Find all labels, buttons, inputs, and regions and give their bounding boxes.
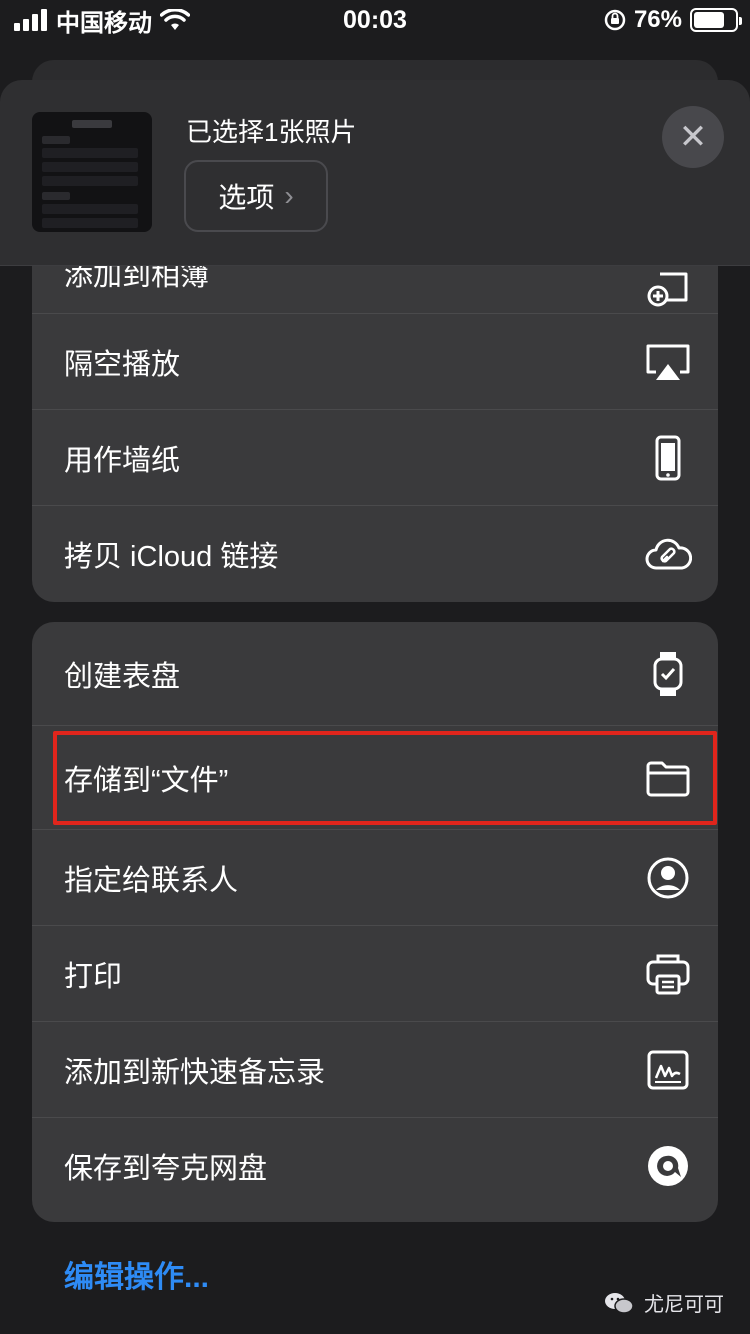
close-button[interactable]: ✕ bbox=[662, 106, 724, 168]
status-bar: 中国移动 00:03 76% bbox=[0, 0, 750, 40]
watch-icon bbox=[642, 648, 694, 700]
action-label: 用作墙纸 bbox=[64, 444, 181, 477]
share-sheet-header: 已选择1张照片 选项 › bbox=[0, 80, 750, 266]
action-row-quick-note[interactable]: 添加到新快速备忘录 bbox=[32, 1022, 718, 1118]
iphone-icon bbox=[642, 432, 694, 484]
contact-icon bbox=[642, 852, 694, 904]
printer-icon bbox=[642, 948, 694, 1000]
add-to-album-icon bbox=[642, 266, 694, 312]
edit-actions-link[interactable]: 编辑操作... bbox=[64, 1252, 209, 1296]
action-row-airplay[interactable]: 隔空播放 bbox=[32, 314, 718, 410]
action-label: 拷贝 iCloud 链接 bbox=[64, 541, 279, 573]
action-row-create-watch-face[interactable]: 创建表盘 bbox=[32, 622, 718, 726]
watermark: 尤尼可可 bbox=[604, 1288, 724, 1317]
quark-icon bbox=[642, 1140, 694, 1192]
airplay-icon bbox=[642, 336, 694, 388]
action-row-wallpaper[interactable]: 用作墙纸 bbox=[32, 410, 718, 506]
action-group-2: 创建表盘 存储到“文件” 指定给联系人 打印 添加到新快速备忘录 保存到夸克网盘 bbox=[32, 622, 718, 1222]
action-label: 打印 bbox=[64, 960, 123, 993]
highlight-box-save-to-files bbox=[53, 731, 717, 825]
quick-note-icon bbox=[642, 1044, 694, 1096]
action-row-assign-to-contact[interactable]: 指定给联系人 bbox=[32, 830, 718, 926]
action-label: 添加到相簿 bbox=[64, 266, 210, 292]
wechat-icon bbox=[605, 1292, 634, 1314]
action-group-1: 添加到相簿 隔空播放 用作墙纸 拷贝 iCloud 链接 bbox=[32, 266, 718, 602]
selection-title: 已选择1张照片 bbox=[186, 117, 357, 147]
action-label: 隔空播放 bbox=[64, 348, 181, 381]
action-label: 指定给联系人 bbox=[64, 864, 239, 897]
options-button[interactable]: 选项 › bbox=[184, 160, 328, 232]
action-row-save-to-quark[interactable]: 保存到夸克网盘 bbox=[32, 1118, 718, 1214]
close-icon: ✕ bbox=[678, 118, 708, 156]
action-label: 添加到新快速备忘录 bbox=[64, 1056, 326, 1089]
action-row-icloud-link[interactable]: 拷贝 iCloud 链接 bbox=[32, 506, 718, 602]
icloud-link-icon bbox=[642, 528, 694, 580]
status-time: 00:03 bbox=[343, 6, 407, 34]
action-label: 创建表盘 bbox=[64, 660, 181, 693]
action-row-add-to-album[interactable]: 添加到相簿 bbox=[32, 266, 718, 314]
options-label: 选项 bbox=[218, 182, 275, 213]
photo-thumbnail bbox=[32, 112, 152, 232]
action-label: 保存到夸克网盘 bbox=[64, 1153, 268, 1185]
battery-level bbox=[694, 12, 725, 28]
watermark-text: 尤尼可可 bbox=[644, 1294, 724, 1316]
action-row-print[interactable]: 打印 bbox=[32, 926, 718, 1022]
battery-icon bbox=[690, 8, 742, 32]
chevron-right-icon: › bbox=[284, 180, 294, 211]
